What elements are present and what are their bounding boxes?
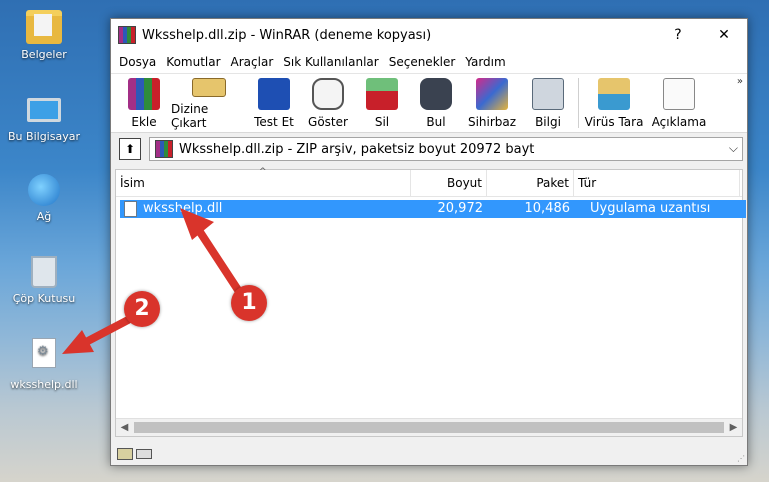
dll-file-icon <box>32 338 56 368</box>
recycle-bin-icon <box>31 256 57 288</box>
desktop-icon-label: Belgeler <box>21 48 67 61</box>
toolbar-label: Virüs Tara <box>584 115 644 129</box>
toolbar-bilgi-button[interactable]: Bilgi <box>521 74 575 130</box>
winrar-window: Wksshelp.dll.zip - WinRAR (deneme kopyas… <box>110 18 748 466</box>
scroll-left-icon[interactable]: ◀ <box>116 419 133 436</box>
toolbar-separator <box>578 78 579 128</box>
toolbar-label: Sihirbaz <box>467 115 517 129</box>
window-title: Wksshelp.dll.zip - WinRAR (deneme kopyas… <box>142 27 432 43</box>
network-icon <box>28 174 60 206</box>
close-button[interactable]: ✕ <box>701 19 747 51</box>
toolbar-goster-button[interactable]: Göster <box>301 74 355 130</box>
desktop-icon-label: Ağ <box>36 210 52 223</box>
menu-bar: Dosya Komutlar Araçlar Sık Kullanılanlar… <box>111 51 747 74</box>
toolbar: Ekle Dizine Çıkart Test Et Göster Sil Bu… <box>111 74 747 133</box>
scroll-thumb[interactable] <box>134 422 724 433</box>
this-pc-icon <box>27 98 61 122</box>
desktop-icon-wksshelp-dll[interactable]: wksshelp.dll <box>4 338 84 391</box>
table-row[interactable]: wksshelp.dll 20,972 10,486 Uygulama uzan… <box>120 200 746 218</box>
chevron-down-icon[interactable]: ⌵ <box>729 141 738 156</box>
find-icon <box>420 78 452 110</box>
info-icon <box>532 78 564 110</box>
title-bar[interactable]: Wksshelp.dll.zip - WinRAR (deneme kopyas… <box>111 19 747 51</box>
toolbar-sihirbaz-button[interactable]: Sihirbaz <box>463 74 521 130</box>
desktop-icon-label: Bu Bilgisayar <box>8 130 80 143</box>
toolbar-ekle-button[interactable]: Ekle <box>117 74 171 130</box>
file-list: İsim Boyut Paket Tür ^ wksshelp.dll 20,9… <box>115 167 746 437</box>
column-header-size[interactable]: Boyut <box>411 170 487 196</box>
path-combobox[interactable]: Wksshelp.dll.zip - ZIP arşiv, paketsiz b… <box>149 137 743 161</box>
menu-araclar[interactable]: Araçlar <box>226 55 279 69</box>
desktop-icon-label: Çöp Kutusu <box>12 292 76 305</box>
toolbar-aciklama-button[interactable]: Açıklama <box>646 74 712 130</box>
list-header: İsim Boyut Paket Tür ^ <box>116 167 742 197</box>
row-packed: 10,486 <box>524 201 571 216</box>
annotation-badge-1: 1 <box>231 285 267 321</box>
scroll-right-icon[interactable]: ▶ <box>725 419 742 436</box>
delete-icon <box>366 78 398 110</box>
row-name: wksshelp.dll <box>143 201 223 216</box>
archive-icon <box>155 140 173 158</box>
winrar-app-icon <box>118 26 136 44</box>
extract-to-icon <box>192 78 226 97</box>
toolbar-label: Bul <box>426 115 446 129</box>
toolbar-label: Bilgi <box>535 115 561 129</box>
row-size: 20,972 <box>437 201 484 216</box>
horizontal-scrollbar[interactable]: ◀ ▶ <box>116 418 742 436</box>
dll-file-icon <box>124 201 137 217</box>
toolbar-label: Ekle <box>131 115 157 129</box>
row-name-cell: wksshelp.dll <box>120 200 411 218</box>
column-header-packed[interactable]: Paket <box>487 170 574 196</box>
menu-sik-kullanilanlar[interactable]: Sık Kullanılanlar <box>278 55 383 69</box>
key-icon[interactable] <box>136 449 152 459</box>
help-button[interactable]: ? <box>655 19 701 51</box>
view-icon <box>312 78 344 110</box>
comment-icon <box>663 78 695 110</box>
column-header-type[interactable]: Tür <box>574 170 740 196</box>
desktop-icon-label: wksshelp.dll <box>10 378 78 391</box>
toolbar-label: Dizine Çıkart <box>171 102 209 130</box>
test-icon <box>258 78 290 110</box>
row-type: Uygulama uzantısı <box>590 201 711 216</box>
wizard-icon <box>476 78 508 110</box>
toolbar-test-et-button[interactable]: Test Et <box>247 74 301 130</box>
menu-dosya[interactable]: Dosya <box>114 55 161 69</box>
menu-secenekler[interactable]: Seçenekler <box>384 55 461 69</box>
status-bar: ⋰ <box>111 443 747 465</box>
desktop-icon-bu-bilgisayar[interactable]: Bu Bilgisayar <box>4 92 84 143</box>
toolbar-overflow-icon[interactable]: » <box>737 76 743 87</box>
path-text: Wksshelp.dll.zip - ZIP arşiv, paketsiz b… <box>179 141 535 157</box>
toolbar-label: Göster <box>308 115 348 129</box>
up-folder-button[interactable]: ⬆ <box>119 138 141 160</box>
toolbar-label: Test Et <box>254 115 294 129</box>
toolbar-label: Sil <box>374 115 390 129</box>
desktop-icon-ag[interactable]: Ağ <box>4 174 84 223</box>
address-bar: ⬆ Wksshelp.dll.zip - ZIP arşiv, paketsiz… <box>111 136 747 162</box>
desktop-icon-cop-kutusu[interactable]: Çöp Kutusu <box>4 256 84 305</box>
toolbar-label: Açıklama <box>651 115 707 129</box>
menu-komutlar[interactable]: Komutlar <box>161 55 225 69</box>
menu-yardim[interactable]: Yardım <box>460 55 510 69</box>
toolbar-bul-button[interactable]: Bul <box>409 74 463 130</box>
add-archive-icon <box>128 78 160 110</box>
desktop-icon-belgeler[interactable]: Belgeler <box>4 10 84 61</box>
annotation-badge-2: 2 <box>124 291 160 327</box>
toolbar-virus-tara-button[interactable]: Virüs Tara <box>582 74 646 130</box>
virus-scan-icon <box>598 78 630 110</box>
toolbar-dizine-cikart-button[interactable]: Dizine Çıkart <box>171 74 247 130</box>
toolbar-sil-button[interactable]: Sil <box>355 74 409 130</box>
documents-folder-icon <box>26 10 62 44</box>
sort-ascending-icon: ^ <box>259 167 267 177</box>
resize-grip-icon[interactable]: ⋰ <box>737 454 745 463</box>
drive-icon[interactable] <box>117 448 133 460</box>
